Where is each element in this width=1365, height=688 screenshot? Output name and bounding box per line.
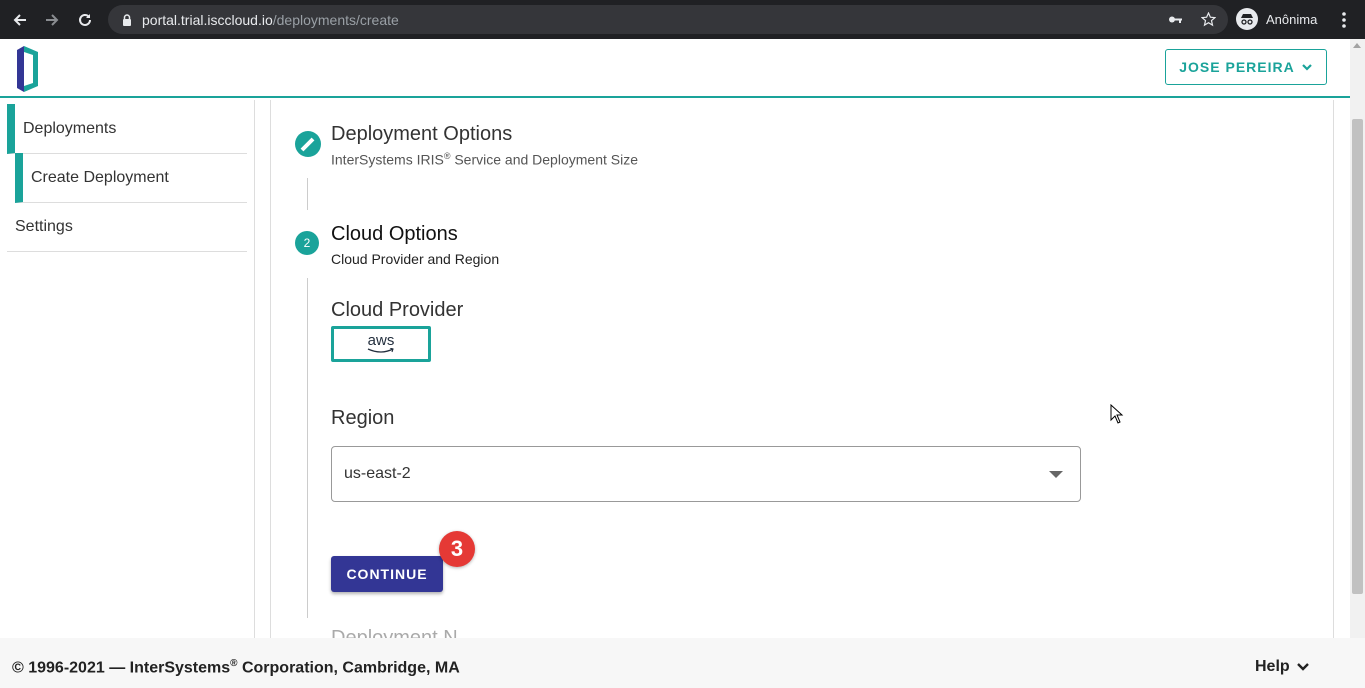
copyright-text-end: Corporation, Cambridge, MA — [237, 659, 460, 677]
lock-icon — [123, 13, 131, 26]
reload-button[interactable] — [69, 4, 101, 36]
region-select[interactable]: us-east-2 — [331, 446, 1081, 502]
caret-down-icon — [1049, 471, 1063, 478]
sidebar-item-deployments[interactable]: Deployments — [7, 104, 247, 154]
continue-button[interactable]: CONTINUE — [331, 556, 443, 592]
browser-toolbar: portal.trial.isccloud.io/deployments/cre… — [0, 0, 1365, 39]
step-connector — [307, 178, 308, 210]
reload-icon — [79, 13, 91, 26]
more-vert-icon[interactable] — [1336, 10, 1352, 30]
arrow-left-icon — [13, 14, 26, 26]
sidebar-item-settings[interactable]: Settings — [7, 202, 247, 252]
incognito-icon — [1236, 8, 1258, 30]
sidebar-item-label: Settings — [15, 217, 73, 235]
url-path: /deployments/create — [272, 11, 399, 28]
stepper-card: Deployment Options InterSystems IRIS® Se… — [270, 100, 1334, 638]
address-bar[interactable]: portal.trial.isccloud.io/deployments/cre… — [108, 5, 1228, 34]
step-2-subtitle: Cloud Provider and Region — [331, 251, 500, 267]
copyright-text: © 1996-2021 — InterSystems® Corporation,… — [12, 658, 460, 677]
step-annotation-badge: 3 — [439, 531, 475, 567]
mouse-cursor-icon — [1110, 404, 1124, 424]
step-1-subtitle-text: InterSystems IRIS — [331, 151, 444, 168]
chevron-down-icon — [1301, 64, 1312, 71]
forward-button[interactable] — [36, 4, 68, 36]
step-1-subtitle: InterSystems IRIS® Service and Deploymen… — [331, 151, 638, 168]
next-step-title: Deployment N — [331, 627, 458, 638]
help-label: Help — [1255, 658, 1290, 675]
aws-logo-text: aws — [367, 332, 395, 349]
aws-provider-option[interactable]: aws — [331, 326, 431, 362]
arrow-right-icon — [46, 14, 59, 26]
registered-mark: ® — [230, 658, 238, 669]
step-1-title[interactable]: Deployment Options — [331, 123, 512, 146]
step-2-number: 2 — [295, 231, 319, 255]
sidebar-item-label: Create Deployment — [31, 168, 169, 186]
region-value: us-east-2 — [344, 465, 411, 482]
url-host: portal.trial.isccloud.io — [142, 11, 273, 28]
page-scrollbar[interactable] — [1350, 39, 1365, 638]
step-2-title: Cloud Options — [331, 223, 458, 245]
edit-step-icon[interactable] — [295, 131, 321, 157]
cloud-provider-label: Cloud Provider — [331, 299, 464, 321]
scroll-thumb[interactable] — [1352, 119, 1363, 594]
step-1-subtitle-text-end: Service and Deployment Size — [450, 151, 638, 168]
incognito-profile[interactable]: Anônima — [1236, 8, 1317, 30]
sidebar-item-label: Deployments — [23, 119, 117, 137]
user-menu-button[interactable]: JOSE PEREIRA — [1165, 49, 1327, 85]
copyright-text-start: © 1996-2021 — InterSystems — [12, 659, 231, 677]
help-menu-button[interactable]: Help — [1255, 658, 1310, 676]
page-footer: © 1996-2021 — InterSystems® Corporation,… — [0, 638, 1365, 688]
aws-smile-icon — [367, 348, 394, 353]
profile-label: Anônima — [1266, 11, 1318, 27]
scroll-up-arrow-icon[interactable] — [1353, 43, 1361, 48]
region-label: Region — [331, 407, 395, 429]
app-header: JOSE PEREIRA — [0, 39, 1350, 98]
sidebar-item-create-deployment[interactable]: Create Deployment — [15, 153, 247, 203]
star-icon[interactable] — [1201, 12, 1216, 27]
intersystems-logo[interactable] — [16, 42, 40, 94]
sidebar: Deployments Create Deployment Settings — [0, 100, 255, 638]
back-button[interactable] — [4, 4, 36, 36]
user-name: JOSE PEREIRA — [1179, 59, 1295, 75]
key-icon[interactable] — [1168, 12, 1183, 27]
step-connector — [307, 278, 308, 618]
chevron-down-icon — [1296, 663, 1309, 671]
